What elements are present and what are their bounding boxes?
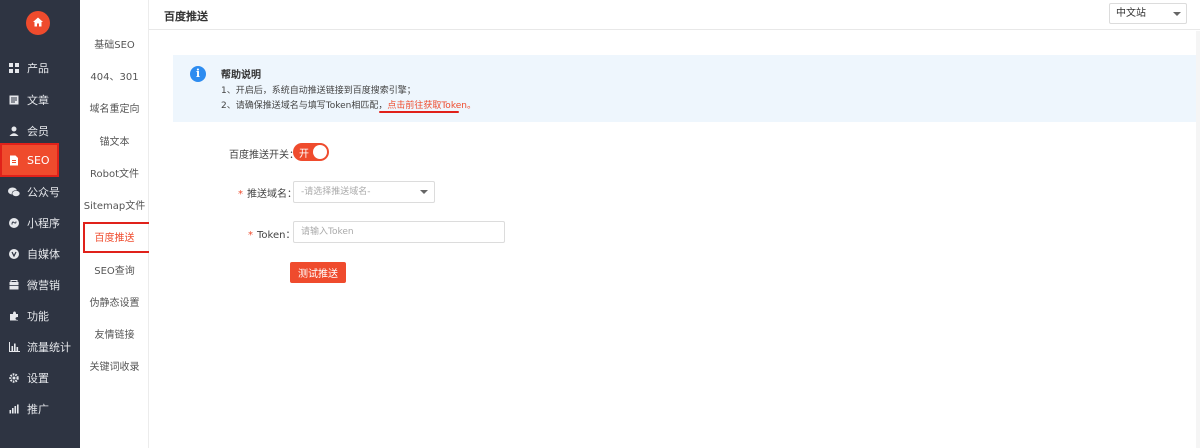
mini-program-icon <box>8 217 20 229</box>
sidebar-item-label: 产品 <box>27 62 49 75</box>
sidebar-item-function[interactable]: 功能 <box>0 301 80 331</box>
home-icon <box>32 16 44 31</box>
info-icon: i <box>190 66 206 82</box>
scrollbar[interactable] <box>1196 31 1200 448</box>
baidu-push-toggle[interactable]: 开 <box>293 143 329 161</box>
sidebar-item-label: 微营销 <box>27 279 60 292</box>
get-token-link[interactable]: 点击前往获取Token。 <box>387 101 476 111</box>
push-domain-placeholder: -请选择推送域名- <box>301 187 371 197</box>
sidebar-item-label: 设置 <box>27 372 49 385</box>
language-select[interactable]: 中文站 <box>1109 3 1187 24</box>
submenu-item-sitemap-file[interactable]: Sitemap文件 <box>80 197 149 217</box>
push-domain-label: * 推送域名： <box>238 185 297 200</box>
sidebar-item-member[interactable]: 会员 <box>0 116 80 146</box>
sidebar-item-label: 流量统计 <box>27 341 71 354</box>
sidebar-item-label: 文章 <box>27 94 49 107</box>
sidebar-item-seo[interactable]: SEO <box>0 143 59 177</box>
token-label-text: Token： <box>257 230 296 241</box>
submenu-item-friend-links[interactable]: 友情链接 <box>80 326 149 346</box>
puzzle-icon <box>8 310 20 322</box>
gear-icon <box>8 372 20 384</box>
file-icon <box>8 154 20 166</box>
toggle-knob <box>313 145 327 159</box>
token-input[interactable] <box>293 221 505 243</box>
media-icon <box>8 248 20 260</box>
grid-icon <box>8 62 20 74</box>
help-panel: i 帮助说明 1、开启后，系统自动推送链接到百度搜索引擎； 2、请确保推送域名与… <box>173 55 1200 122</box>
sidebar-item-traffic-stats[interactable]: 流量统计 <box>0 332 80 362</box>
sidebar-item-self-media[interactable]: 自媒体 <box>0 239 80 269</box>
page-title: 百度推送 <box>164 10 208 23</box>
chevron-down-icon <box>1173 12 1181 16</box>
marketing-icon <box>8 279 20 291</box>
sidebar-item-official-account[interactable]: 公众号 <box>0 177 80 207</box>
submenu-item-seo-query[interactable]: SEO查询 <box>80 262 149 282</box>
top-bar: 百度推送 中文站 <box>149 0 1200 30</box>
sidebar-item-label: 会员 <box>27 125 49 138</box>
wechat-icon <box>8 186 20 198</box>
sidebar-item-promotion[interactable]: 推广 <box>0 394 80 424</box>
home-logo[interactable] <box>26 11 50 35</box>
push-domain-label-text: 推送域名： <box>247 189 297 200</box>
sidebar-item-micro-marketing[interactable]: 微营销 <box>0 270 80 300</box>
user-icon <box>8 125 20 137</box>
document-icon <box>8 94 20 106</box>
main-sidebar: 产品 文章 会员 SEO 公众号 小程序 自媒体 微营销 功能 流量统计 设置 <box>0 0 80 448</box>
push-domain-select[interactable]: -请选择推送域名- <box>293 181 435 203</box>
help-line-2: 2、请确保推送域名与填写Token相匹配，点击前往获取Token。 <box>221 98 476 111</box>
sidebar-item-product[interactable]: 产品 <box>0 53 80 83</box>
toggle-text: 开 <box>299 149 309 160</box>
language-select-value: 中文站 <box>1116 8 1146 19</box>
submenu-item-robot-file[interactable]: Robot文件 <box>80 165 149 185</box>
sidebar-item-label: 小程序 <box>27 217 60 230</box>
submenu-item-domain-redirect[interactable]: 域名重定向 <box>80 100 149 120</box>
sidebar-item-label: 自媒体 <box>27 248 60 261</box>
help-line-1: 1、开启后，系统自动推送链接到百度搜索引擎； <box>221 86 416 96</box>
sidebar-item-settings[interactable]: 设置 <box>0 363 80 393</box>
help-title: 帮助说明 <box>221 70 261 81</box>
submenu-item-pseudo-static[interactable]: 伪静态设置 <box>80 294 149 314</box>
help-line-2-text: 2、请确保推送域名与填写Token相匹配， <box>221 101 388 111</box>
submenu-item-basic-seo[interactable]: 基础SEO <box>80 36 149 56</box>
sidebar-item-article[interactable]: 文章 <box>0 85 80 115</box>
annotation-underline <box>379 111 459 113</box>
sidebar-item-label: 功能 <box>27 310 49 323</box>
promote-icon <box>8 403 20 415</box>
highlight-box <box>83 222 152 253</box>
sidebar-item-mini-program[interactable]: 小程序 <box>0 208 80 238</box>
chevron-down-icon <box>420 190 428 194</box>
token-label: * Token： <box>248 226 295 241</box>
test-push-button[interactable]: 测试推送 <box>290 262 346 283</box>
push-switch-label: 百度推送开关： <box>229 150 299 161</box>
required-mark: * <box>248 230 253 241</box>
required-mark: * <box>238 189 243 200</box>
sidebar-item-label: SEO <box>27 153 50 167</box>
sidebar-item-label: 推广 <box>27 403 49 416</box>
bar-chart-icon <box>8 341 20 353</box>
sidebar-item-label: 公众号 <box>27 186 60 199</box>
submenu-item-keyword-index[interactable]: 关键词收录 <box>80 358 149 378</box>
submenu-item-404-301[interactable]: 404、301 <box>80 68 149 88</box>
submenu-item-anchor-text[interactable]: 锚文本 <box>80 133 149 153</box>
